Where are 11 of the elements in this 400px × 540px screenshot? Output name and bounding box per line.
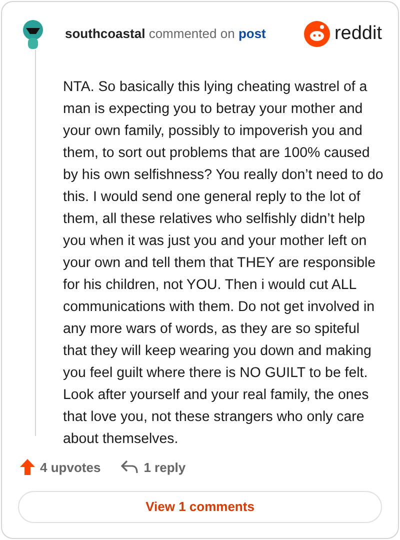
reply-icon[interactable] (120, 460, 138, 474)
reddit-logo-icon (304, 21, 330, 47)
view-comments-button[interactable]: View 1 comments (18, 491, 382, 523)
action-text: commented on (148, 26, 235, 42)
post-link[interactable]: post (238, 26, 266, 42)
reply-count: 1 reply (144, 458, 186, 477)
upvote-count: 4 upvotes (40, 458, 101, 477)
upvote-icon[interactable] (20, 459, 35, 476)
avatar-icon (20, 18, 46, 50)
brand-name: reddit (334, 22, 382, 46)
username[interactable]: southcoastal (65, 26, 146, 42)
